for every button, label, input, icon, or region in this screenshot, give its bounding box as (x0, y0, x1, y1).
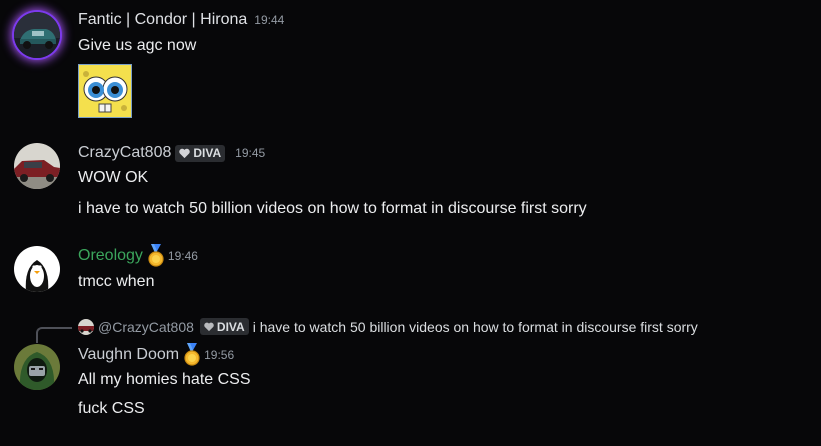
message-text: i have to watch 50 billion videos on how… (78, 200, 587, 217)
guild-tag[interactable]: DIVA (199, 318, 249, 335)
avatar[interactable] (14, 12, 60, 58)
medal-icon[interactable] (183, 343, 201, 367)
username[interactable]: Oreology (78, 247, 143, 265)
reply-spine (36, 327, 72, 343)
heart-icon (179, 148, 191, 158)
message-header: Oreology 19:46 (78, 244, 198, 268)
reply-text[interactable]: i have to watch 50 billion videos on how… (253, 319, 698, 335)
timestamp[interactable]: 19:44 (254, 13, 284, 27)
guild-tag-label: DIVA (193, 146, 222, 160)
reply-avatar (78, 318, 94, 335)
username[interactable]: CrazyCat808 (78, 144, 171, 162)
message-text: Give us agc now (78, 37, 197, 54)
guild-tag[interactable]: DIVA (175, 144, 226, 162)
heart-icon (204, 322, 214, 331)
timestamp[interactable]: 19:45 (235, 146, 265, 160)
avatar[interactable] (14, 246, 60, 292)
avatar[interactable] (14, 344, 60, 390)
reply-preview[interactable]: @CrazyCat808 DIVA i have to watch 50 bil… (78, 318, 698, 335)
spongebob-emoji[interactable] (77, 63, 133, 119)
message-text: All my homies hate CSS (78, 371, 251, 388)
message-text: WOW OK (78, 169, 149, 186)
message-header: Fantic | Condor | Hirona 19:44 (78, 11, 284, 29)
message-header: CrazyCat808 DIVA 19:45 (78, 144, 265, 162)
medal-icon[interactable] (147, 244, 165, 268)
message-header: Vaughn Doom 19:56 (78, 343, 234, 367)
avatar[interactable] (14, 143, 60, 189)
message-text: fuck CSS (78, 400, 145, 417)
timestamp[interactable]: 19:56 (204, 348, 234, 362)
username[interactable]: Vaughn Doom (78, 346, 179, 364)
guild-tag-label: DIVA (216, 319, 245, 334)
reply-username[interactable]: @CrazyCat808 (98, 319, 194, 335)
username[interactable]: Fantic | Condor | Hirona (78, 11, 247, 29)
timestamp[interactable]: 19:46 (168, 249, 198, 263)
message-text: tmcc when (78, 273, 155, 290)
